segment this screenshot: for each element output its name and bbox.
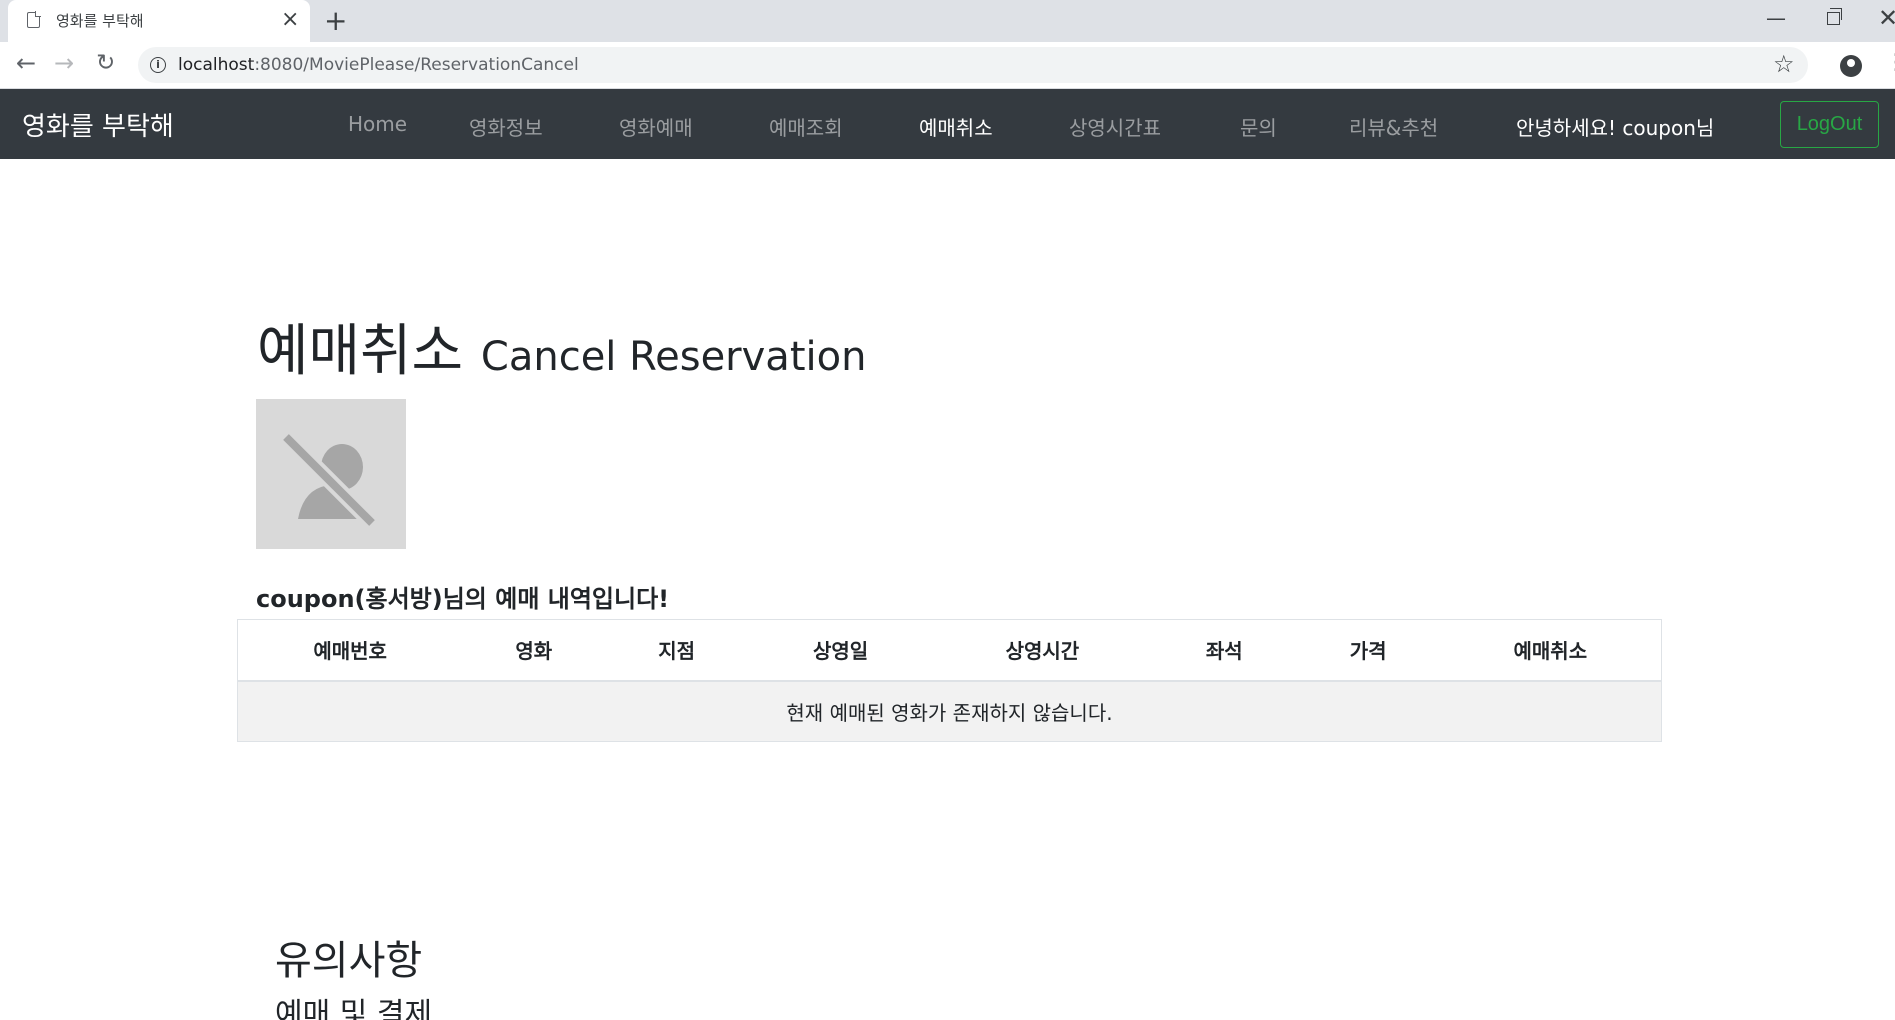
nav-booking-lookup[interactable]: 예매조회 — [769, 112, 843, 141]
reload-icon[interactable]: ↻ — [96, 48, 115, 78]
empty-message: 현재 예매된 영화가 존재하지 않습니다. — [237, 680, 1662, 742]
profile-icon[interactable] — [1840, 55, 1862, 77]
bookmark-star-icon[interactable]: ☆ — [1773, 50, 1795, 78]
page-title: 예매취소 Cancel Reservation — [257, 319, 867, 384]
col-show-time: 상영시간 — [932, 619, 1152, 682]
brand-link[interactable]: 영화를 부탁해 — [22, 106, 174, 143]
nav-booking-cancel[interactable]: 예매취소 — [919, 112, 993, 141]
nav-inquiry[interactable]: 문의 — [1240, 112, 1277, 141]
tab-title: 영화를 부탁해 — [56, 12, 144, 30]
new-tab-icon[interactable]: + — [324, 5, 347, 37]
url-text[interactable]: localhost:8080/MoviePlease/ReservationCa… — [178, 55, 579, 75]
notice-heading: 유의사항 — [275, 938, 423, 984]
table-header-row: 예매번호 영화 지점 상영일 상영시간 좌석 가격 예매취소 — [237, 619, 1662, 682]
col-cancel: 예매취소 — [1439, 619, 1662, 682]
more-menu-icon[interactable]: ⋮ — [1885, 50, 1895, 75]
logout-button[interactable]: LogOut — [1780, 101, 1879, 148]
browser-tab-strip: 영화를 부탁해 × + — ✕ — [0, 0, 1895, 42]
nav-movie-booking[interactable]: 영화예매 — [619, 112, 693, 141]
page-title-english: Cancel Reservation — [480, 334, 867, 380]
nav-showtimes[interactable]: 상영시간표 — [1069, 112, 1161, 141]
col-booking-number: 예매번호 — [237, 619, 463, 682]
table-row: 현재 예매된 영화가 존재하지 않습니다. — [237, 680, 1662, 742]
user-greeting: 안녕하세요! coupon님 — [1516, 116, 1715, 140]
browser-tab[interactable]: 영화를 부탁해 × — [8, 0, 310, 42]
restore-icon[interactable] — [1827, 8, 1842, 25]
close-tab-icon[interactable]: × — [281, 7, 299, 33]
nav-reviews[interactable]: 리뷰&추천 — [1349, 112, 1438, 141]
col-price: 가격 — [1296, 619, 1440, 682]
col-seat: 좌석 — [1151, 619, 1297, 682]
nav-home[interactable]: Home — [348, 112, 407, 136]
col-movie: 영화 — [462, 619, 606, 682]
back-icon[interactable]: ← — [16, 48, 36, 78]
page-icon — [27, 11, 41, 28]
address-bar[interactable]: i localhost:8080/MoviePlease/Reservation… — [138, 47, 1808, 83]
site-navbar: 영화를 부탁해 Home 영화정보 영화예매 예매조회 예매취소 상영시간표 문… — [0, 89, 1895, 159]
nav-movie-info[interactable]: 영화정보 — [469, 112, 543, 141]
info-icon[interactable]: i — [150, 57, 166, 73]
col-show-date: 상영일 — [748, 619, 933, 682]
reservation-table: 예매번호 영화 지점 상영일 상영시간 좌석 가격 예매취소 현재 예매된 영화… — [237, 619, 1662, 742]
window-close-icon[interactable]: ✕ — [1878, 4, 1895, 32]
browser-toolbar: ← → ↻ i localhost:8080/MoviePlease/Reser… — [0, 42, 1895, 89]
no-image-icon — [280, 431, 378, 529]
notice-subheading: 예매 및 결제 — [275, 997, 433, 1020]
user-avatar — [256, 399, 406, 549]
forward-icon[interactable]: → — [54, 48, 74, 78]
minimize-icon[interactable]: — — [1766, 6, 1786, 30]
col-branch: 지점 — [605, 619, 749, 682]
reservation-caption: coupon(홍서방)님의 예매 내역입니다! — [256, 585, 670, 613]
